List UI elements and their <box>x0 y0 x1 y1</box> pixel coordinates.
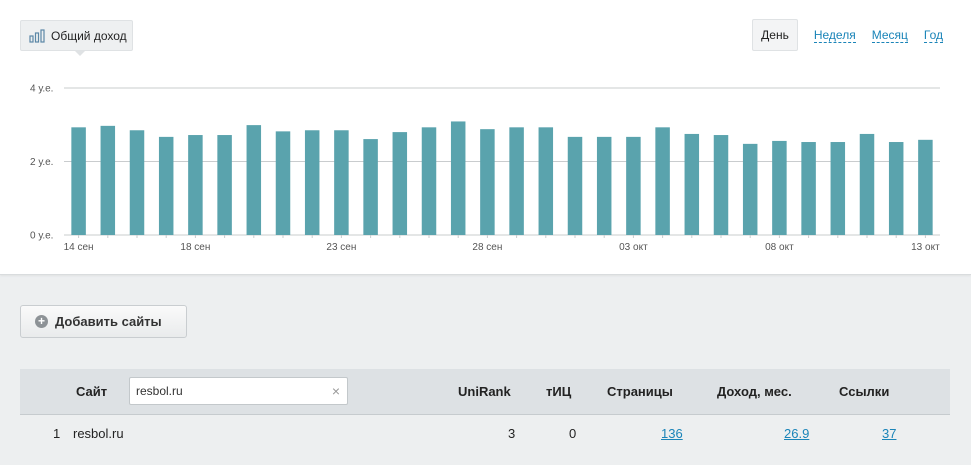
bar <box>888 142 904 235</box>
bar <box>158 136 174 235</box>
x-tick-label: 28 сен <box>472 242 502 253</box>
tab-day[interactable]: День <box>752 19 798 51</box>
income-bar-chart: 0 у.е. 2 у.е. 4 у.е. 14 сен 18 сен 23 сен 28 с… <box>30 84 940 254</box>
add-sites-button[interactable]: + Добавить сайты <box>20 305 187 338</box>
bar <box>275 131 291 235</box>
plus-circle-icon: + <box>35 315 48 328</box>
chart-panel: Общий доход День Неделя Месяц Год 0 у.е.… <box>0 0 971 275</box>
header-site[interactable]: Сайт <box>76 384 107 399</box>
add-sites-label: Добавить сайты <box>55 314 162 329</box>
header-links[interactable]: Ссылки <box>839 384 889 399</box>
bar <box>859 133 875 235</box>
bar-chart-icon <box>29 28 46 43</box>
header-unirank[interactable]: UniRank <box>458 384 511 399</box>
y-tick-label: 0 у.е. <box>30 231 53 242</box>
row-links-link[interactable]: 37 <box>882 426 896 441</box>
x-tick-label: 14 сен <box>64 242 94 253</box>
bar <box>713 135 729 235</box>
site-search-input[interactable] <box>136 384 321 398</box>
row-income-link[interactable]: 26.9 <box>784 426 809 441</box>
x-tick-label: 23 сен <box>326 242 356 253</box>
bar <box>304 130 320 235</box>
x-tick-label: 13 окт <box>911 242 940 253</box>
bar <box>684 133 700 235</box>
bar <box>772 140 787 235</box>
bar <box>129 130 145 235</box>
bar <box>742 143 758 235</box>
bar <box>567 136 583 235</box>
metric-tab-label: Общий доход <box>51 28 127 43</box>
bar <box>480 129 495 235</box>
y-tick-label: 2 у.е. <box>30 157 53 168</box>
row-unirank: 3 <box>508 426 516 441</box>
bar <box>509 127 524 235</box>
y-tick-label: 4 у.е. <box>30 84 53 95</box>
tab-week[interactable]: Неделя <box>813 28 856 43</box>
bar <box>188 135 203 235</box>
bar <box>71 127 86 235</box>
bar <box>596 136 612 235</box>
bar <box>538 127 554 235</box>
bar <box>363 139 378 235</box>
bar <box>334 130 349 235</box>
sites-table-header: Сайт × UniRank тИЦ Страницы Доход, мес. … <box>20 369 950 415</box>
bar <box>392 132 408 235</box>
metric-tab-total-income[interactable]: Общий доход <box>20 20 133 56</box>
bar <box>217 135 232 235</box>
site-search-box[interactable]: × <box>129 377 348 405</box>
table-row: 1 resbol.ru 3 0 136 26.9 37 <box>20 415 950 455</box>
row-number: 1 <box>53 426 61 441</box>
clear-search-icon[interactable]: × <box>332 383 340 399</box>
header-tic[interactable]: тИЦ <box>546 384 571 399</box>
row-pages-link[interactable]: 136 <box>661 426 683 441</box>
bar <box>918 139 933 235</box>
row-site[interactable]: resbol.ru <box>73 426 124 441</box>
tab-year[interactable]: Год <box>923 28 943 43</box>
x-tick-label: 18 сен <box>180 242 210 253</box>
bar <box>655 127 670 235</box>
bar <box>801 142 816 235</box>
header-pages[interactable]: Страницы <box>607 384 673 399</box>
bar <box>626 136 641 235</box>
bar <box>246 125 262 235</box>
period-tabs: День Неделя Месяц Год <box>752 19 943 51</box>
x-tick-label: 03 окт <box>619 242 648 253</box>
bar <box>100 125 116 235</box>
bar <box>450 121 466 235</box>
row-tic: 0 <box>569 426 577 441</box>
tab-month[interactable]: Месяц <box>871 28 908 43</box>
header-income[interactable]: Доход, мес. <box>717 384 792 399</box>
bar <box>421 127 437 235</box>
x-tick-label: 08 окт <box>765 242 794 253</box>
bar <box>830 142 846 235</box>
